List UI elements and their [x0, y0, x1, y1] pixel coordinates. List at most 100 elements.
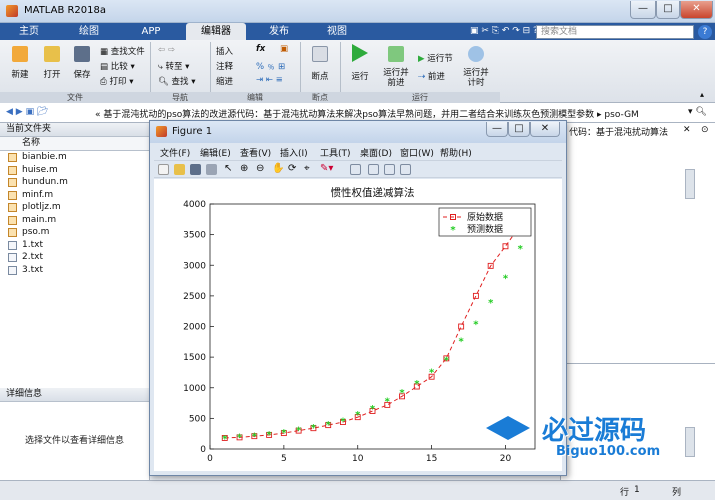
file-name: minf.m [22, 189, 54, 200]
open-button[interactable]: 打开 [36, 68, 68, 80]
pointer-icon[interactable]: ↖ [224, 163, 232, 174]
file-item[interactable]: 1.txt [0, 239, 149, 252]
figure-menu-bar: 文件(F) 编辑(E) 查看(V) 插入(I) 工具(T) 桌面(D) 窗口(W) 帮助(H) [154, 145, 562, 159]
data-point-predicted: * [237, 433, 243, 444]
zoom-in-icon[interactable]: ⊕ [240, 163, 248, 174]
file-list: bianbie.m huise.m hundun.m minf.m plotljz.m m… [0, 151, 149, 276]
comment-percent-icon[interactable]: % ﹪ ⊞ [256, 60, 285, 72]
tab-view[interactable]: 视图 [314, 23, 360, 40]
quick-access-toolbar[interactable]: ▣ ✂ ⎘ ↶ ↷ ⊟ ? [470, 26, 538, 36]
find-files-icon: ▦ [100, 47, 111, 57]
indent-icon[interactable]: ⇥ ⇤ ≡ [256, 75, 283, 85]
col-label: 列 [672, 488, 682, 498]
help-icon[interactable]: ? [698, 25, 712, 39]
file-name: huise.m [22, 164, 58, 175]
save-figure-icon[interactable] [190, 164, 201, 175]
print-button[interactable]: ⎙ 打印 ▾ [100, 75, 134, 87]
figure-menu-item[interactable]: 桌面(D) [360, 146, 392, 159]
run-button[interactable]: 运行 [344, 70, 376, 82]
m-file-icon [8, 165, 17, 175]
data-point-predicted: * [296, 426, 302, 437]
figure-menu-item[interactable]: 编辑(E) [200, 146, 231, 159]
legend-label-predicted: 预测数据 [467, 223, 503, 235]
tab-plots[interactable]: 绘图 [66, 23, 112, 40]
indent-button[interactable]: 缩进 [216, 75, 233, 87]
group-label-breakpoints: 断点 [300, 92, 340, 103]
minimize-button[interactable]: — [630, 1, 656, 19]
legend-icon[interactable] [384, 164, 395, 175]
figure-menu-item[interactable]: 查看(V) [240, 146, 271, 159]
y-tick-label: 3000 [183, 261, 206, 271]
data-point-predicted: * [459, 337, 465, 348]
column-header-name[interactable]: 名称 [0, 137, 149, 151]
figure-menu-item[interactable]: 文件(F) [160, 146, 190, 159]
find-button[interactable]: 🔍︎ 查找 ▾ [158, 75, 195, 87]
y-tick-label: 2000 [183, 323, 206, 333]
editor-close-icon[interactable]: ✕ [683, 125, 691, 135]
new-figure-icon[interactable] [158, 164, 169, 175]
collapse-ribbon-icon[interactable]: ▴ [700, 90, 704, 99]
y-tick-label: 2500 [183, 292, 206, 302]
plot-tools-icon[interactable] [400, 164, 411, 175]
data-point-predicted: * [222, 434, 228, 445]
nav-back-forward-icon[interactable]: ◀ ▶ ▣ 📂︎ [6, 107, 48, 117]
run-section-icon: ▶ [418, 54, 428, 64]
figure-close-button[interactable]: ✕ [530, 122, 560, 137]
edit-tool-icon[interactable]: ▣ [280, 44, 288, 54]
file-item[interactable]: huise.m [0, 164, 149, 177]
pan-icon[interactable]: ✋ [272, 163, 284, 174]
run-advance-button[interactable]: 运行并 前进 [378, 68, 414, 88]
run-section-button[interactable]: ▶ 运行节 [418, 52, 453, 64]
tab-home[interactable]: 主页 [6, 23, 52, 40]
run-and-time-button[interactable]: 运行并 计时 [458, 68, 494, 88]
print-figure-icon[interactable] [206, 164, 217, 175]
figure-menu-item[interactable]: 帮助(H) [440, 146, 472, 159]
advance-button[interactable]: ⇢ 前进 [418, 70, 445, 82]
zoom-out-icon[interactable]: ⊖ [256, 163, 264, 174]
file-item[interactable]: 2.txt [0, 251, 149, 264]
file-item[interactable]: bianbie.m [0, 151, 149, 164]
rotate-icon[interactable]: ⟳ [288, 163, 296, 174]
breakpoints-button[interactable]: 断点 [302, 70, 338, 82]
fx-button[interactable]: fx [256, 44, 265, 54]
close-button[interactable]: ✕ [680, 1, 713, 19]
insert-button[interactable]: 插入 [216, 45, 233, 57]
find-files-button[interactable]: ▦ 查找文件 [100, 45, 145, 57]
figure-maximize-button[interactable]: □ [508, 122, 530, 137]
brush-icon[interactable]: ✎▾ [320, 163, 333, 174]
figure-menu-item[interactable]: 工具(T) [320, 146, 351, 159]
current-folder-path[interactable]: « 基于混沌扰动的pso算法的改进源代码：基于混沌扰动算法来解决pso算法早熟问… [95, 107, 639, 120]
tab-publish[interactable]: 发布 [256, 23, 302, 40]
editor-tab-label[interactable]: 代码：基于混沌扰动算法 [569, 125, 668, 138]
figure-menu-item[interactable]: 插入(I) [280, 146, 308, 159]
editor-options-icon[interactable]: ⊙ [701, 125, 709, 135]
save-button[interactable]: 保存 [66, 68, 98, 80]
comment-button[interactable]: 注释 [216, 60, 233, 72]
file-item[interactable]: minf.m [0, 189, 149, 202]
tab-apps[interactable]: APP [128, 23, 174, 40]
open-file-icon[interactable] [174, 164, 185, 175]
watermark-brand: 必过源码 [542, 416, 647, 446]
maximize-button[interactable]: □ [656, 1, 680, 19]
path-dropdown-icon[interactable]: ▾ 🔍︎ [688, 107, 707, 117]
figure-minimize-button[interactable]: — [486, 122, 508, 137]
file-item[interactable]: 3.txt [0, 264, 149, 277]
search-input[interactable]: 搜索文档 [536, 25, 694, 39]
y-tick-label: 500 [189, 414, 206, 424]
new-button[interactable]: 新建 [4, 68, 36, 80]
data-cursor-icon[interactable]: ⌖ [304, 163, 310, 174]
figure-menu-item[interactable]: 窗口(W) [400, 146, 434, 159]
file-item[interactable]: plotljz.m [0, 201, 149, 214]
tab-editor[interactable]: 编辑器 [186, 23, 246, 40]
goto-button[interactable]: ⤷ 转至 ▾ [158, 60, 189, 72]
colorbar-icon[interactable] [368, 164, 379, 175]
file-item[interactable]: hundun.m [0, 176, 149, 189]
row-value: 1 [634, 485, 640, 495]
file-item[interactable]: main.m [0, 214, 149, 227]
data-point-predicted: * [385, 397, 391, 408]
compare-button[interactable]: ▤ 比较 ▾ [100, 60, 135, 72]
link-plot-icon[interactable] [350, 164, 361, 175]
scrollbar-thumb[interactable] [685, 169, 695, 199]
data-point-predicted: * [399, 388, 405, 399]
file-item[interactable]: pso.m [0, 226, 149, 239]
